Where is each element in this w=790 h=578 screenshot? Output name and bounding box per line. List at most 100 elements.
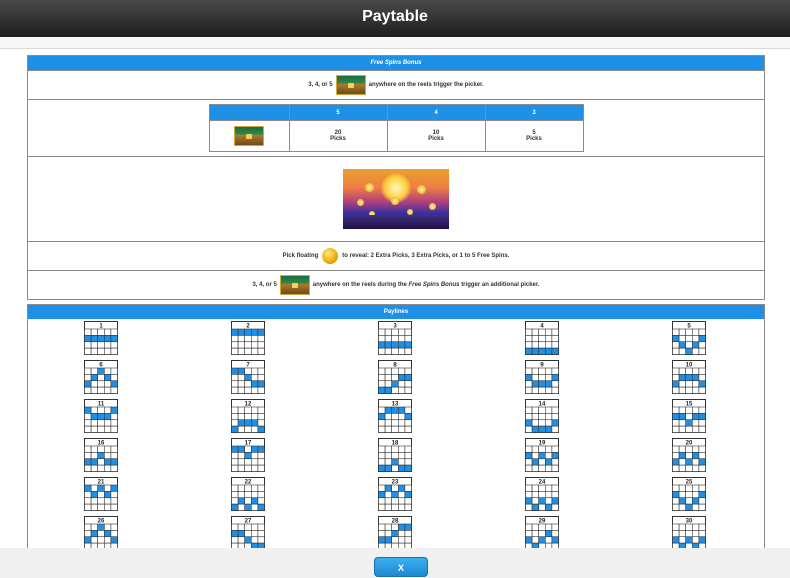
payline-number: 12 (245, 402, 252, 408)
payline-cell (538, 491, 546, 499)
payline-cell (691, 367, 699, 375)
payline-cell (404, 536, 412, 544)
payline-cell (391, 497, 399, 505)
payline-number: 16 (98, 441, 105, 447)
payline-cell (378, 347, 386, 355)
payline-cell (244, 335, 252, 343)
payline-cell-active (237, 497, 246, 505)
payline-cell-active (244, 452, 252, 460)
payline-cell (698, 347, 706, 355)
payline-cell (671, 497, 679, 505)
payline-cell-active (691, 413, 699, 421)
payline-cell (538, 406, 546, 414)
payline-diagram: 11 (84, 399, 119, 433)
payline-cell (378, 380, 386, 388)
payline-cell-active (91, 374, 99, 382)
paylines-title: Paylines (28, 305, 764, 319)
payline-cell (551, 328, 559, 336)
payline-cell-active (251, 380, 259, 388)
payline-cell (237, 523, 246, 531)
payline-cell (378, 458, 386, 466)
payline-cell (684, 497, 693, 505)
payline-cell (551, 464, 559, 472)
payline-cell-active (551, 374, 559, 382)
payline-item: 19 (468, 436, 615, 475)
payline-item: 17 (175, 436, 322, 475)
payline-cell (671, 445, 679, 453)
payline-cell (684, 367, 693, 375)
payline-diagram: 6 (84, 360, 119, 394)
payline-cell (397, 445, 406, 453)
payline-cell (97, 374, 105, 382)
payline-cell-active (97, 335, 105, 343)
payline-cell (698, 406, 706, 414)
payline-cell (384, 497, 392, 505)
payline-cell (538, 374, 546, 382)
payline-cell (684, 530, 693, 538)
close-button[interactable]: X (374, 557, 428, 577)
payline-cell (397, 380, 406, 388)
payline-cell (551, 445, 559, 453)
payline-cell (551, 425, 559, 433)
payline-cell (671, 374, 679, 382)
payline-cell-active (378, 536, 386, 544)
payline-cell (698, 523, 706, 531)
payline-cell (531, 491, 539, 499)
payline-cell (110, 523, 119, 531)
payline-diagram: 10 (671, 360, 706, 394)
payline-cell-active (97, 452, 105, 460)
payline-cell (104, 523, 112, 531)
payline-cell (698, 464, 706, 472)
payline-cell (538, 386, 546, 394)
payline-item: 28 (322, 514, 469, 548)
payline-cell (104, 328, 112, 336)
payline-cell (698, 530, 706, 538)
payline-item: 29 (468, 514, 615, 548)
payline-diagram: 29 (524, 516, 559, 548)
payline-item: 25 (615, 475, 762, 514)
payline-cell (237, 503, 246, 511)
payline-cell (84, 452, 92, 460)
payline-cell-active (671, 491, 679, 499)
payline-cell (104, 406, 112, 414)
payline-cell (378, 374, 386, 382)
payline-cell (544, 464, 552, 472)
payline-cell (678, 328, 686, 336)
payline-cell (244, 406, 252, 414)
payline-cell (104, 347, 112, 355)
payline-cell (84, 464, 92, 472)
payline-cell (698, 386, 706, 394)
payline-cell (691, 347, 699, 355)
picks-table-header-blank (208, 104, 290, 121)
payline-cell (104, 367, 112, 375)
header-divider (0, 37, 790, 49)
payline-cell (244, 367, 252, 375)
payline-cell-active (104, 374, 112, 382)
retrigger-row: 3, 4, or 5 anywhere on the reels during … (28, 270, 764, 299)
payline-diagram: 27 (231, 516, 266, 548)
payline-cell (544, 335, 552, 343)
payline-cell (544, 484, 552, 492)
picks-header-5: 5 (288, 104, 388, 121)
payline-cell (384, 380, 392, 388)
payline-cell (551, 503, 559, 511)
payline-cell (551, 341, 559, 349)
payline-cell (104, 419, 112, 427)
payline-cell (678, 464, 686, 472)
payline-cell (110, 413, 119, 421)
payline-cell (97, 328, 105, 336)
payline-cell (84, 419, 92, 427)
payline-cell-active (104, 335, 112, 343)
payline-cell-active (84, 458, 92, 466)
paytable-scroll-area[interactable]: Free Spins Bonus 3, 4, or 5 anywhere on … (0, 49, 790, 548)
payline-cell (391, 425, 399, 433)
payline-cell (698, 445, 706, 453)
payline-cell (97, 419, 105, 427)
picks-header-3: 3 (484, 104, 584, 121)
payline-diagram: 21 (84, 477, 119, 511)
payline-cell (551, 367, 559, 375)
payline-cell (104, 536, 112, 544)
payline-cell (244, 386, 252, 394)
payline-cell-active (104, 491, 112, 499)
payline-cell (378, 335, 386, 343)
